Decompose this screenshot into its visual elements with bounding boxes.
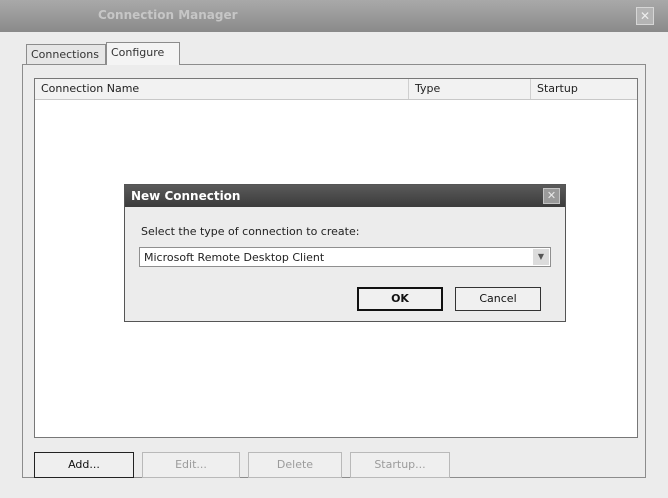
tab-configure[interactable]: Configure [106,42,180,65]
dialog-close-button[interactable]: ✕ [543,188,560,204]
window-title-bar: Connection Manager ✕ [0,0,668,32]
edit-button[interactable]: Edit... [142,452,240,478]
connection-type-value: Microsoft Remote Desktop Client [144,251,325,264]
dialog-title: New Connection [131,189,241,203]
delete-button[interactable]: Delete [248,452,342,478]
chevron-down-icon[interactable]: ▼ [533,249,549,265]
close-icon: ✕ [639,9,651,23]
window-title: Connection Manager [98,8,238,22]
list-header: Connection Name Type Startup [35,79,637,100]
tab-connections[interactable]: Connections [26,44,106,64]
dialog-title-bar[interactable]: New Connection ✕ [125,185,565,207]
startup-button[interactable]: Startup... [350,452,450,478]
connection-type-select[interactable]: Microsoft Remote Desktop Client ▼ [139,247,551,267]
column-header-type[interactable]: Type [409,79,531,99]
add-button[interactable]: Add... [34,452,134,478]
cancel-button[interactable]: Cancel [455,287,541,311]
window-close-button[interactable]: ✕ [636,7,654,25]
ok-button[interactable]: OK [357,287,443,311]
close-icon: ✕ [546,189,557,202]
column-header-connection-name[interactable]: Connection Name [35,79,409,99]
connection-type-label: Select the type of connection to create: [141,225,360,238]
column-header-startup[interactable]: Startup [531,79,637,99]
new-connection-dialog: New Connection ✕ Select the type of conn… [124,184,566,322]
